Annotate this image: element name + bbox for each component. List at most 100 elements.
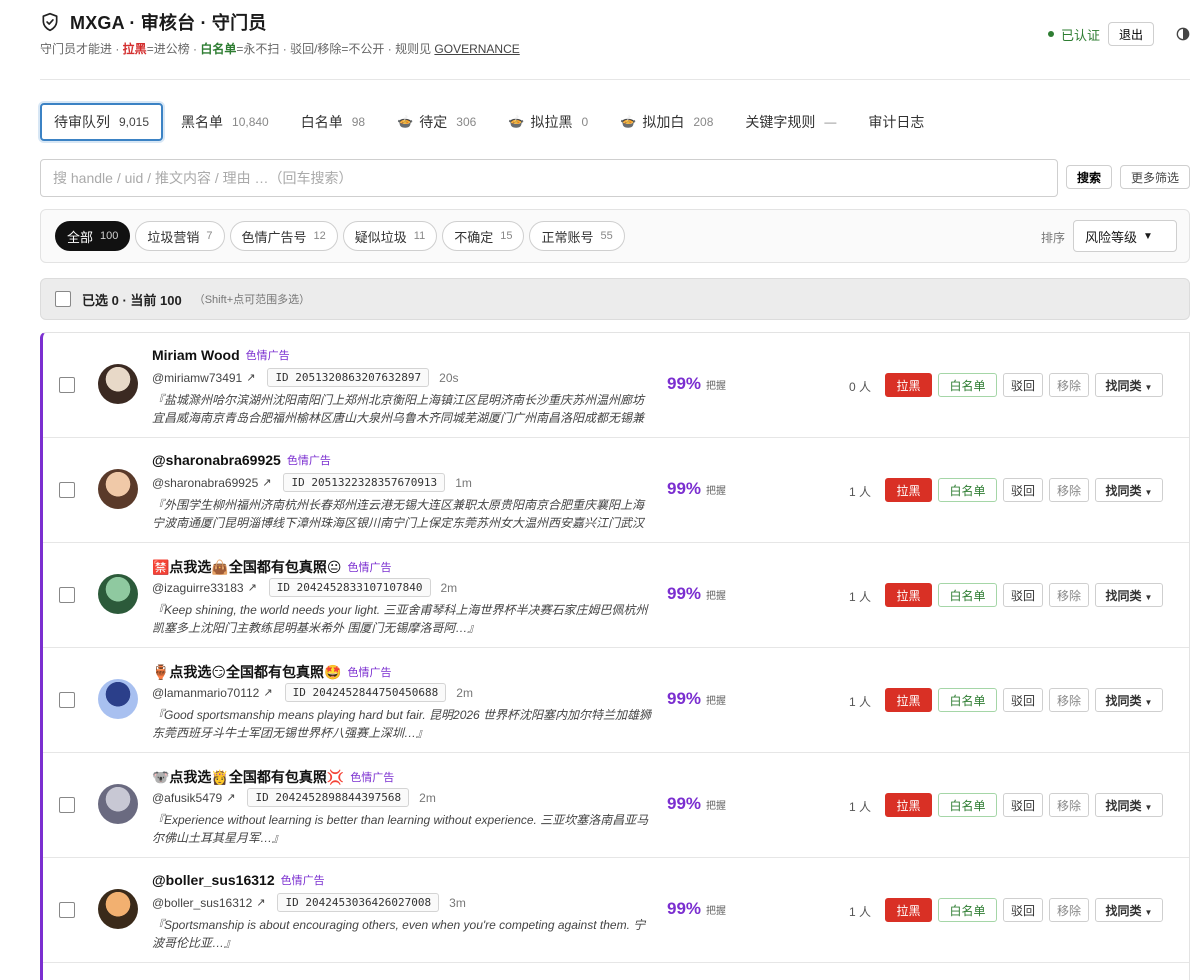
remove-button[interactable]: 移除	[1049, 478, 1089, 502]
chip-all[interactable]: 全部 100	[55, 221, 131, 251]
external-link-icon[interactable]: ↗	[246, 371, 255, 384]
reviewer-count: 1 人	[849, 485, 872, 499]
row-checkbox[interactable]	[59, 587, 75, 603]
more-filters-button[interactable]: 更多筛选	[1120, 165, 1190, 189]
tab-count: 10,840	[232, 115, 269, 129]
tab-proposed-whitelist[interactable]: 🍲 拟加白 208	[606, 103, 727, 141]
row-checkbox[interactable]	[59, 377, 75, 393]
external-link-icon[interactable]: ↗	[226, 791, 235, 804]
find-similar-button[interactable]: 找同类 ▼	[1095, 793, 1163, 817]
avatar[interactable]	[98, 364, 138, 404]
whitelist-button[interactable]: 白名单	[938, 688, 997, 712]
find-similar-button[interactable]: 找同类 ▼	[1095, 373, 1163, 397]
category-tag: 色情广告	[347, 667, 392, 679]
external-link-icon[interactable]: ↗	[248, 581, 257, 594]
caret-down-icon: ▼	[1144, 697, 1153, 707]
chip-label: 全部	[67, 229, 94, 245]
row-checkbox[interactable]	[59, 482, 75, 498]
user-id: ID 2042453036426027008	[277, 893, 440, 912]
user-handle[interactable]: @lamanmario70112	[152, 686, 259, 700]
category-tag: 色情广告	[347, 562, 392, 574]
whitelist-button[interactable]: 白名单	[938, 478, 997, 502]
tab-blacklist[interactable]: 黑名单 10,840	[167, 103, 283, 141]
user-handle[interactable]: @sharonabra69925	[152, 476, 258, 490]
theme-toggle-icon[interactable]	[1176, 27, 1190, 41]
chip-normal[interactable]: 正常账号 55	[529, 221, 625, 251]
reject-button[interactable]: 驳回	[1003, 583, 1043, 607]
block-button[interactable]: 拉黑	[885, 898, 932, 922]
remove-button[interactable]: 移除	[1049, 373, 1089, 397]
user-id: ID 2042452844750450688	[284, 683, 447, 702]
category-chips: 全部 100 垃圾营销 7 色情广告号 12 疑似垃圾 11 不确定 15 正常…	[55, 221, 630, 251]
row-checkbox[interactable]	[59, 797, 75, 813]
whitelist-button[interactable]: 白名单	[938, 898, 997, 922]
search-button[interactable]: 搜索	[1066, 165, 1112, 189]
find-similar-button[interactable]: 找同类 ▼	[1095, 478, 1163, 502]
chip-spam-marketing[interactable]: 垃圾营销 7	[135, 221, 225, 251]
remove-button[interactable]: 移除	[1049, 688, 1089, 712]
reject-button[interactable]: 驳回	[1003, 373, 1043, 397]
avatar[interactable]	[98, 469, 138, 509]
row-checkbox[interactable]	[59, 692, 75, 708]
chip-suspected-spam[interactable]: 疑似垃圾 11	[342, 221, 438, 251]
block-button[interactable]: 拉黑	[885, 478, 932, 502]
avatar[interactable]	[98, 679, 138, 719]
tab-audit-log[interactable]: 审计日志	[854, 103, 938, 141]
user-handle[interactable]: @afusik5479	[152, 791, 222, 805]
search-input[interactable]	[40, 159, 1058, 197]
external-link-icon[interactable]: ↗	[256, 896, 265, 909]
avatar[interactable]	[98, 889, 138, 929]
find-similar-label: 找同类	[1105, 378, 1142, 393]
governance-link[interactable]: GOVERNANCE	[434, 42, 519, 56]
shield-check-icon	[42, 12, 58, 32]
reject-button[interactable]: 驳回	[1003, 793, 1043, 817]
verified-dot-icon	[1047, 31, 1054, 37]
whitelist-button[interactable]: 白名单	[938, 793, 997, 817]
user-handle[interactable]: @boller_sus16312	[152, 896, 252, 910]
user-handle[interactable]: @miriamw73491	[152, 371, 242, 385]
search-row: 搜索 更多筛选	[40, 159, 1190, 197]
meta-line: @afusik5479 ↗ ID 2042452898844397568 2m	[152, 788, 436, 807]
sort-select[interactable]: 风险等级 ▼	[1073, 220, 1177, 252]
tab-proposed-block[interactable]: 🍲 拟拉黑 0	[494, 103, 602, 141]
find-similar-button[interactable]: 找同类 ▼	[1095, 688, 1163, 712]
find-similar-button[interactable]: 找同类 ▼	[1095, 583, 1163, 607]
sort-label: 排序	[1041, 231, 1066, 245]
reject-button[interactable]: 驳回	[1003, 688, 1043, 712]
category-tag: 色情广告	[280, 875, 325, 887]
tab-pending[interactable]: 🍲 待定 306	[383, 103, 490, 141]
meta-line: @boller_sus16312 ↗ ID 204245303642602700…	[152, 893, 466, 912]
block-button[interactable]: 拉黑	[885, 373, 932, 397]
verified-status: 已认证	[1060, 27, 1100, 43]
tab-whitelist[interactable]: 白名单 98	[287, 103, 379, 141]
reviewer-count: 1 人	[849, 800, 872, 814]
find-similar-button[interactable]: 找同类 ▼	[1095, 898, 1163, 922]
user-handle[interactable]: @izaguirre33183	[152, 581, 244, 595]
avatar[interactable]	[98, 784, 138, 824]
tab-label: 拟加白	[642, 114, 685, 130]
select-all-checkbox[interactable]	[55, 291, 71, 307]
external-link-icon[interactable]: ↗	[263, 686, 272, 699]
whitelist-button[interactable]: 白名单	[938, 583, 997, 607]
external-link-icon[interactable]: ↗	[262, 476, 271, 489]
remove-button[interactable]: 移除	[1049, 583, 1089, 607]
logout-button[interactable]: 退出	[1107, 22, 1154, 46]
user-id: ID 2051322328357670913	[283, 473, 446, 492]
tab-keyword-rules[interactable]: 关键字规则 —	[731, 103, 850, 141]
avatar[interactable]	[98, 574, 138, 614]
row-checkbox[interactable]	[59, 902, 75, 918]
block-button[interactable]: 拉黑	[885, 793, 932, 817]
remove-button[interactable]: 移除	[1049, 793, 1089, 817]
chip-uncertain[interactable]: 不确定 15	[442, 221, 525, 251]
post-age: 2m	[456, 685, 473, 700]
tab-queue[interactable]: 待审队列 9,015	[40, 103, 164, 141]
chip-porn-ads[interactable]: 色情广告号 12	[229, 221, 338, 251]
whitelist-button[interactable]: 白名单	[938, 373, 997, 397]
block-button[interactable]: 拉黑	[885, 583, 932, 607]
remove-button[interactable]: 移除	[1049, 898, 1089, 922]
reject-button[interactable]: 驳回	[1003, 478, 1043, 502]
reject-button[interactable]: 驳回	[1003, 898, 1043, 922]
tab-count: 306	[456, 115, 477, 129]
meta-line: @sharonabra69925 ↗ ID 205132232835767091…	[152, 473, 472, 492]
block-button[interactable]: 拉黑	[885, 688, 932, 712]
